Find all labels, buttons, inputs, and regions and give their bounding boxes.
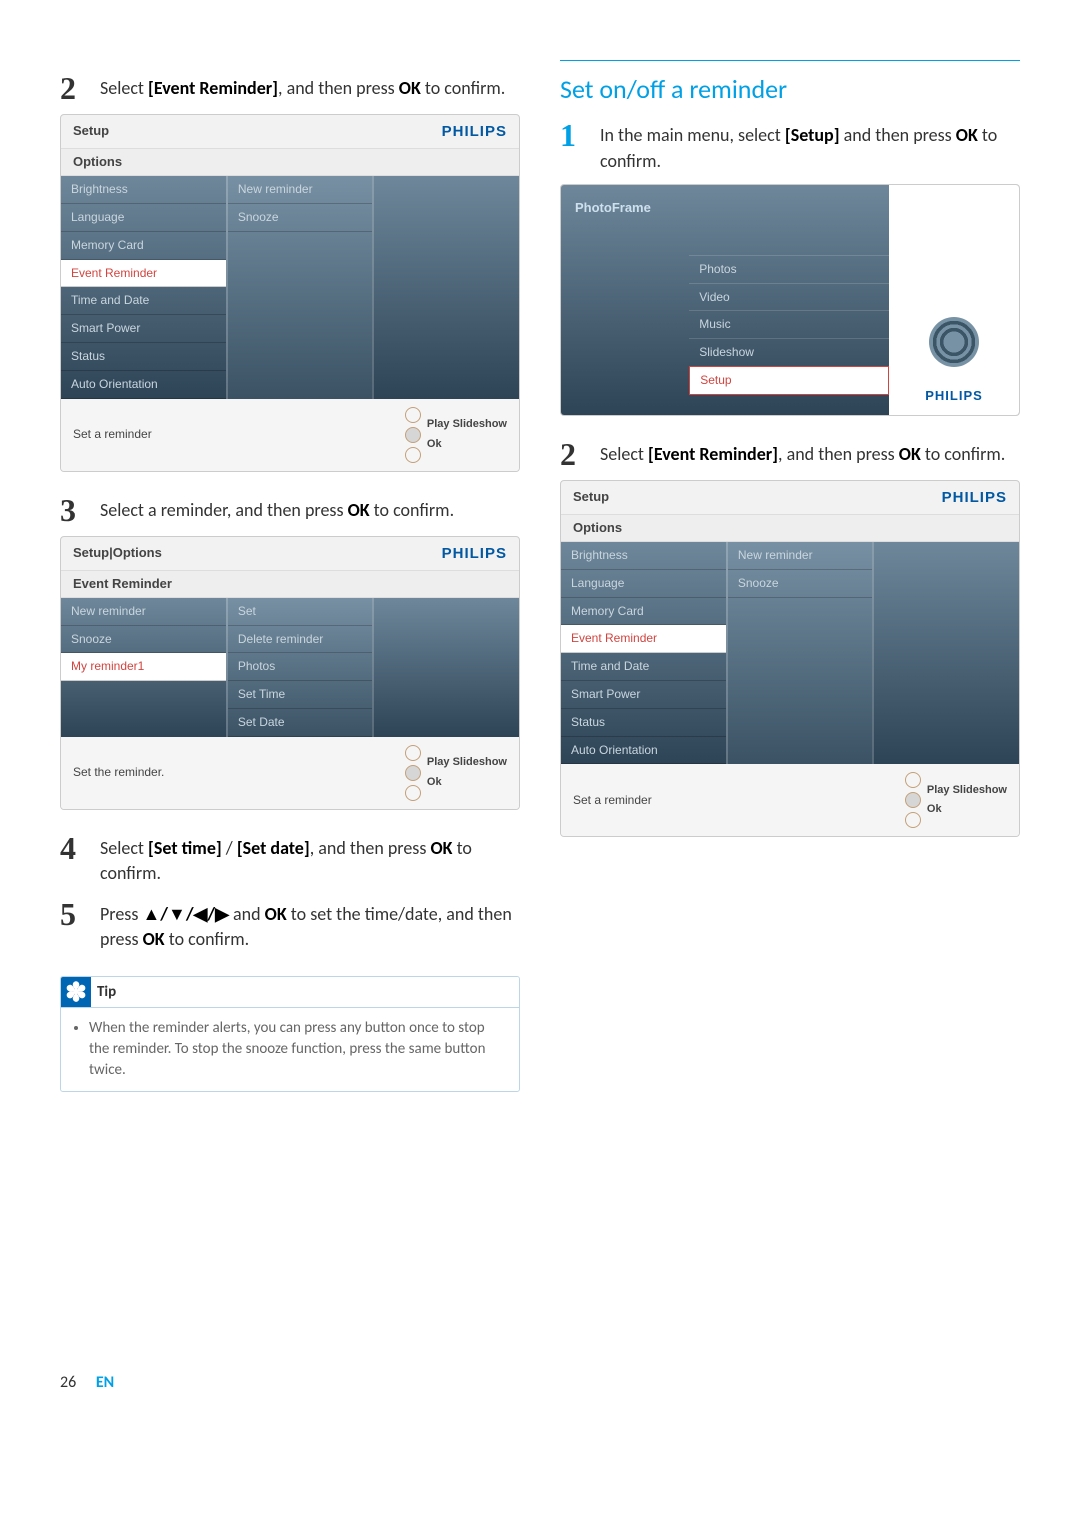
submenu-item[interactable]: Photos (228, 653, 373, 681)
submenu-item[interactable]: Set (228, 598, 373, 626)
step-text: In the main menu, select [Setup] and the… (600, 117, 1020, 173)
screenshot-setup-options: Setup|Options PHILIPS Event Reminder New… (60, 536, 520, 810)
screenshot-photoframe: PhotoFrame Photos Video Music Slideshow … (560, 184, 1020, 416)
brand-logo: PHILIPS (442, 121, 507, 142)
step-number: 5 (60, 898, 100, 952)
menu-item[interactable]: Status (561, 709, 726, 737)
gear-icon (929, 317, 979, 367)
menu-item[interactable]: Brightness (561, 542, 726, 570)
footer-hint: Set the reminder. (73, 764, 164, 781)
main-menu-item[interactable]: Music (689, 310, 889, 338)
options-header: Options (61, 148, 519, 176)
tip-icon: ✽ (61, 977, 91, 1007)
tip-label: Tip (97, 982, 116, 1003)
nav-button-bot[interactable] (405, 785, 421, 801)
main-menu-item-selected[interactable]: Setup (689, 366, 889, 395)
main-menu-item[interactable]: Photos (689, 255, 889, 283)
menu-item-selected[interactable]: My reminder1 (61, 653, 226, 681)
step-number: 3 (60, 494, 100, 526)
nav-button-mid[interactable] (405, 765, 421, 781)
screen-title: PhotoFrame (561, 185, 689, 231)
screenshot-setup: Setup PHILIPS Options Brightness Languag… (60, 114, 520, 472)
menu-item[interactable]: Time and Date (61, 287, 226, 315)
step-text: Select [Event Reminder], and then press … (100, 70, 520, 104)
submenu-item[interactable]: New reminder (728, 542, 873, 570)
menu-item[interactable]: Language (61, 204, 226, 232)
menu-item[interactable]: Smart Power (61, 315, 226, 343)
footer-hint: Set a reminder (73, 426, 152, 443)
footer-hint: Set a reminder (573, 792, 652, 809)
brand-logo: PHILIPS (442, 543, 507, 564)
nav-button-top[interactable] (905, 772, 921, 788)
menu-item[interactable]: Memory Card (61, 232, 226, 260)
step-number: 2 (60, 72, 100, 104)
step-text: Select [Event Reminder], and then press … (600, 436, 1020, 470)
menu-item[interactable]: New reminder (61, 598, 226, 626)
submenu-item[interactable]: Snooze (228, 204, 373, 232)
screenshot-setup-right: Setup PHILIPS Options Brightness Languag… (560, 480, 1020, 838)
tip-box: ✽ Tip When the reminder alerts, you can … (60, 976, 520, 1092)
language-code: EN (96, 1373, 114, 1392)
menu-item-selected[interactable]: Event Reminder (61, 260, 226, 288)
menu-item[interactable]: Brightness (61, 176, 226, 204)
button-label: Ok (927, 802, 1007, 817)
button-label: Play Slideshow (427, 755, 507, 770)
page-footer: 26 EN (60, 1372, 1020, 1394)
submenu-item[interactable]: Set Date (228, 709, 373, 737)
step-text: Select [Set time] / [Set date], and then… (100, 830, 520, 886)
menu-item[interactable]: Smart Power (561, 681, 726, 709)
step-text: Select a reminder, and then press OK to … (100, 492, 520, 526)
options-header: Options (561, 514, 1019, 542)
menu-item[interactable]: Auto Orientation (61, 371, 226, 399)
submenu-item[interactable]: Set Time (228, 681, 373, 709)
nav-button-top[interactable] (405, 407, 421, 423)
menu-item[interactable]: Snooze (61, 626, 226, 654)
nav-button-bot[interactable] (905, 812, 921, 828)
page-number: 26 (60, 1373, 76, 1392)
submenu-item[interactable]: Delete reminder (228, 626, 373, 654)
menu-item[interactable]: Status (61, 343, 226, 371)
step-text: Press ▲/▼/◀/▶ and OK to set the time/dat… (100, 896, 520, 952)
screen-title: Setup (573, 488, 609, 506)
screen-title: Setup (73, 122, 109, 140)
button-label: Play Slideshow (927, 783, 1007, 798)
brand-logo: PHILIPS (942, 487, 1007, 508)
button-label: Ok (427, 437, 507, 452)
nav-button-bot[interactable] (405, 447, 421, 463)
main-menu-item[interactable]: Video (689, 283, 889, 311)
section-heading: Set on/off a reminder (560, 60, 1020, 107)
tip-text: When the reminder alerts, you can press … (89, 1018, 505, 1081)
nav-button-top[interactable] (405, 745, 421, 761)
button-label: Ok (427, 775, 507, 790)
menu-item-selected[interactable]: Event Reminder (561, 625, 726, 653)
brand-logo: PHILIPS (925, 387, 983, 405)
menu-item[interactable]: Memory Card (561, 598, 726, 626)
step-number: 1 (560, 119, 600, 173)
main-menu-item[interactable]: Slideshow (689, 338, 889, 366)
submenu-item[interactable]: New reminder (228, 176, 373, 204)
asterisk-icon: ✽ (65, 982, 87, 1002)
nav-button-mid[interactable] (405, 427, 421, 443)
button-label: Play Slideshow (427, 417, 507, 432)
menu-item[interactable]: Time and Date (561, 653, 726, 681)
menu-item[interactable]: Auto Orientation (561, 737, 726, 765)
options-header: Event Reminder (61, 570, 519, 598)
step-number: 2 (560, 438, 600, 470)
submenu-item[interactable]: Snooze (728, 570, 873, 598)
nav-button-mid[interactable] (905, 792, 921, 808)
step-number: 4 (60, 832, 100, 886)
menu-item[interactable]: Language (561, 570, 726, 598)
screen-title: Setup|Options (73, 544, 162, 562)
